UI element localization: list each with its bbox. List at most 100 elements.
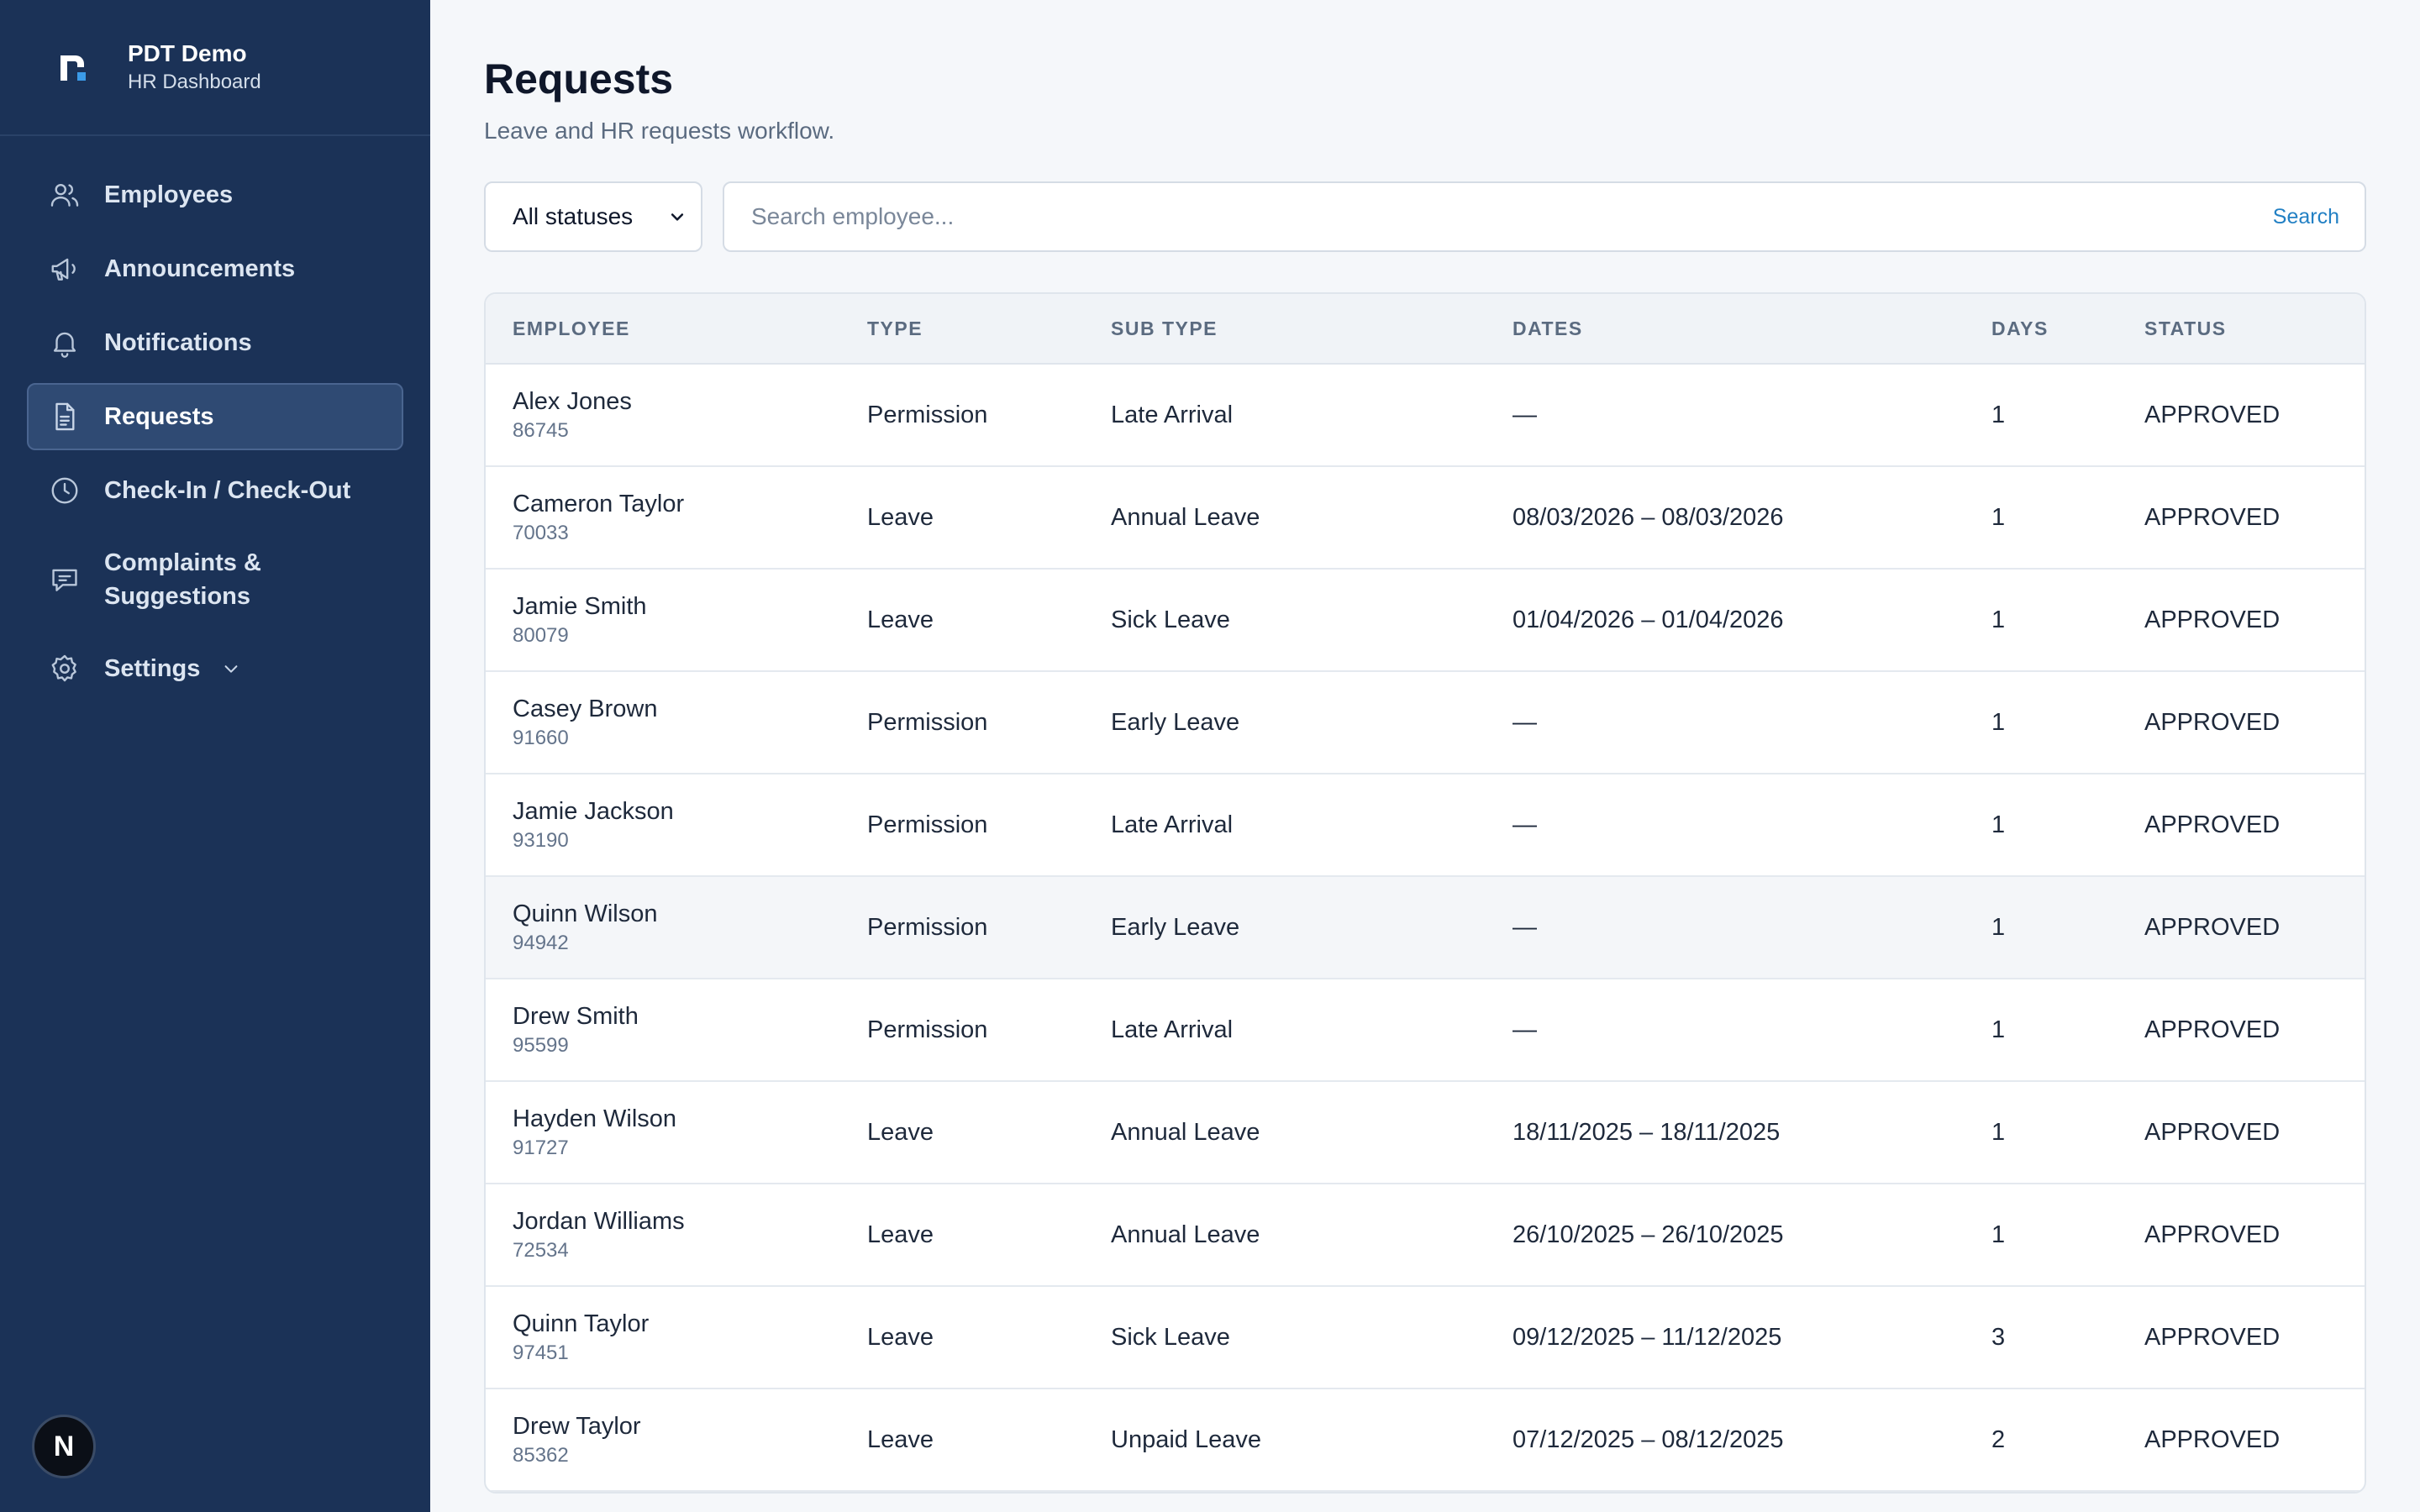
filter-toolbar: All statuses Search — [484, 181, 2366, 252]
column-header-employee[interactable]: EMPLOYEE — [486, 318, 867, 340]
employee-id: 80079 — [513, 624, 569, 647]
request-type: Permission — [867, 1016, 988, 1043]
sidebar-item-settings[interactable]: Settings — [27, 635, 403, 702]
request-type: Leave — [867, 1221, 934, 1248]
employee-name: Jamie Jackson — [513, 798, 674, 825]
request-subtype: Annual Leave — [1111, 503, 1260, 531]
request-dates: — — [1512, 811, 1537, 838]
employee-name: Drew Smith — [513, 1003, 639, 1030]
requests-table: EMPLOYEE TYPE SUB TYPE DATES DAYS STATUS… — [484, 292, 2366, 1494]
column-header-days[interactable]: DAYS — [1991, 318, 2144, 340]
request-type: Leave — [867, 606, 934, 633]
request-days: 1 — [1991, 606, 2006, 633]
employee-id: 70033 — [513, 522, 569, 544]
request-days: 1 — [1991, 1118, 2006, 1146]
column-header-type[interactable]: TYPE — [867, 318, 1111, 340]
chevron-down-icon — [671, 213, 684, 221]
request-type: Leave — [867, 1323, 934, 1351]
employee-name: Hayden Wilson — [513, 1105, 677, 1132]
chevron-down-icon[interactable] — [222, 659, 240, 678]
request-days: 1 — [1991, 913, 2006, 941]
request-dates: 01/04/2026 – 01/04/2026 — [1512, 606, 1784, 633]
request-dates: 18/11/2025 – 18/11/2025 — [1512, 1118, 1781, 1146]
request-days: 1 — [1991, 1016, 2006, 1043]
sidebar-item-check-in-out[interactable]: Check-In / Check-Out — [27, 457, 403, 524]
employee-id: 91727 — [513, 1137, 569, 1159]
chat-icon — [49, 564, 81, 596]
request-subtype: Early Leave — [1111, 913, 1240, 941]
table-row[interactable]: Jordan Williams 72534 Leave Annual Leave … — [486, 1184, 2365, 1287]
column-header-status[interactable]: STATUS — [2144, 318, 2365, 340]
status-select-value: All statuses — [513, 203, 634, 229]
request-type: Permission — [867, 913, 988, 941]
brand-subtitle: HR Dashboard — [128, 71, 261, 93]
table-row[interactable]: Jamie Jackson 93190 Permission Late Arriv… — [486, 774, 2365, 877]
table-row[interactable]: Alex Jones 86745 Permission Late Arrival … — [486, 365, 2365, 467]
employee-name: Drew Taylor — [513, 1413, 641, 1440]
employee-name: Quinn Taylor — [513, 1310, 650, 1337]
sidebar-item-requests[interactable]: Requests — [27, 383, 403, 450]
search-input[interactable] — [751, 203, 2096, 230]
sidebar-item-complaints[interactable]: Complaints & Suggestions — [27, 531, 403, 628]
employee-id: 94942 — [513, 932, 569, 954]
status-badge: APPROVED — [2144, 1118, 2281, 1146]
status-badge: APPROVED — [2144, 913, 2281, 941]
request-days: 1 — [1991, 1221, 2006, 1248]
sidebar-item-label: Check-In / Check-Out — [104, 477, 351, 504]
document-icon — [49, 401, 81, 433]
brand[interactable]: PDT Demo HR Dashboard — [0, 0, 430, 136]
table-row[interactable]: Casey Brown 91660 Permission Early Leave … — [486, 672, 2365, 774]
logo-icon — [55, 49, 89, 86]
request-subtype: Late Arrival — [1111, 401, 1234, 428]
sidebar-item-label: Employees — [104, 181, 234, 208]
request-type: Permission — [867, 811, 988, 838]
table-row[interactable]: Drew Taylor 85362 Leave Unpaid Leave 07/1… — [486, 1389, 2365, 1492]
status-badge: APPROVED — [2144, 708, 2281, 736]
sidebar-item-label: Notifications — [104, 329, 252, 356]
table-row[interactable]: Cameron Taylor 70033 Leave Annual Leave 0… — [486, 467, 2365, 570]
status-badge: APPROVED — [2144, 606, 2281, 633]
request-days: 2 — [1991, 1425, 2006, 1453]
table-row[interactable]: Hayden Wilson 91727 Leave Annual Leave 18… — [486, 1082, 2365, 1184]
status-badge: APPROVED — [2144, 1323, 2281, 1351]
request-dates: — — [1512, 913, 1537, 941]
status-badge: APPROVED — [2144, 503, 2281, 531]
table-row[interactable]: Quinn Taylor 97451 Leave Sick Leave 09/12… — [486, 1287, 2365, 1389]
search-button[interactable]: Search — [2273, 205, 2339, 229]
status-badge: APPROVED — [2144, 1016, 2281, 1043]
table-row[interactable]: Jamie Smith 80079 Leave Sick Leave 01/04/… — [486, 570, 2365, 672]
gear-icon — [49, 653, 81, 685]
sidebar-item-label: Requests — [104, 403, 214, 430]
request-subtype: Annual Leave — [1111, 1221, 1260, 1248]
request-subtype: Sick Leave — [1111, 606, 1230, 633]
request-days: 1 — [1991, 708, 2006, 736]
request-type: Leave — [867, 1425, 934, 1453]
sidebar-item-employees[interactable]: Employees — [27, 161, 403, 228]
employee-id: 85362 — [513, 1444, 569, 1467]
main-content: Requests Leave and HR requests workflow.… — [484, 0, 2366, 1494]
sidebar-item-label: Announcements — [104, 255, 296, 282]
sidebar-item-label: Settings — [104, 655, 201, 682]
table-row[interactable]: Drew Smith 95599 Permission Late Arrival … — [486, 979, 2365, 1082]
request-subtype: Early Leave — [1111, 708, 1240, 736]
sidebar-item-announcements[interactable]: Announcements — [27, 235, 403, 302]
employee-id: 93190 — [513, 829, 569, 852]
column-header-sub-type[interactable]: SUB TYPE — [1111, 318, 1512, 340]
table-row[interactable]: Quinn Wilson 94942 Permission Early Leave… — [486, 877, 2365, 979]
employee-id: 95599 — [513, 1034, 569, 1057]
sidebar-nav: Employees Announcements Notifications Re… — [0, 136, 430, 702]
request-dates: 26/10/2025 – 26/10/2025 — [1512, 1221, 1784, 1248]
avatar[interactable]: N — [32, 1415, 96, 1478]
bell-icon — [49, 327, 81, 359]
request-subtype: Annual Leave — [1111, 1118, 1260, 1146]
request-subtype: Unpaid Leave — [1111, 1425, 1261, 1453]
request-days: 1 — [1991, 401, 2006, 428]
status-select[interactable]: All statuses — [484, 181, 702, 252]
column-header-dates[interactable]: DATES — [1512, 318, 1991, 340]
sidebar-item-notifications[interactable]: Notifications — [27, 309, 403, 376]
megaphone-icon — [49, 253, 81, 285]
users-icon — [49, 179, 81, 211]
request-subtype: Late Arrival — [1111, 1016, 1234, 1043]
sidebar-item-label: Complaints & Suggestions — [104, 549, 261, 610]
request-type: Leave — [867, 1118, 934, 1146]
